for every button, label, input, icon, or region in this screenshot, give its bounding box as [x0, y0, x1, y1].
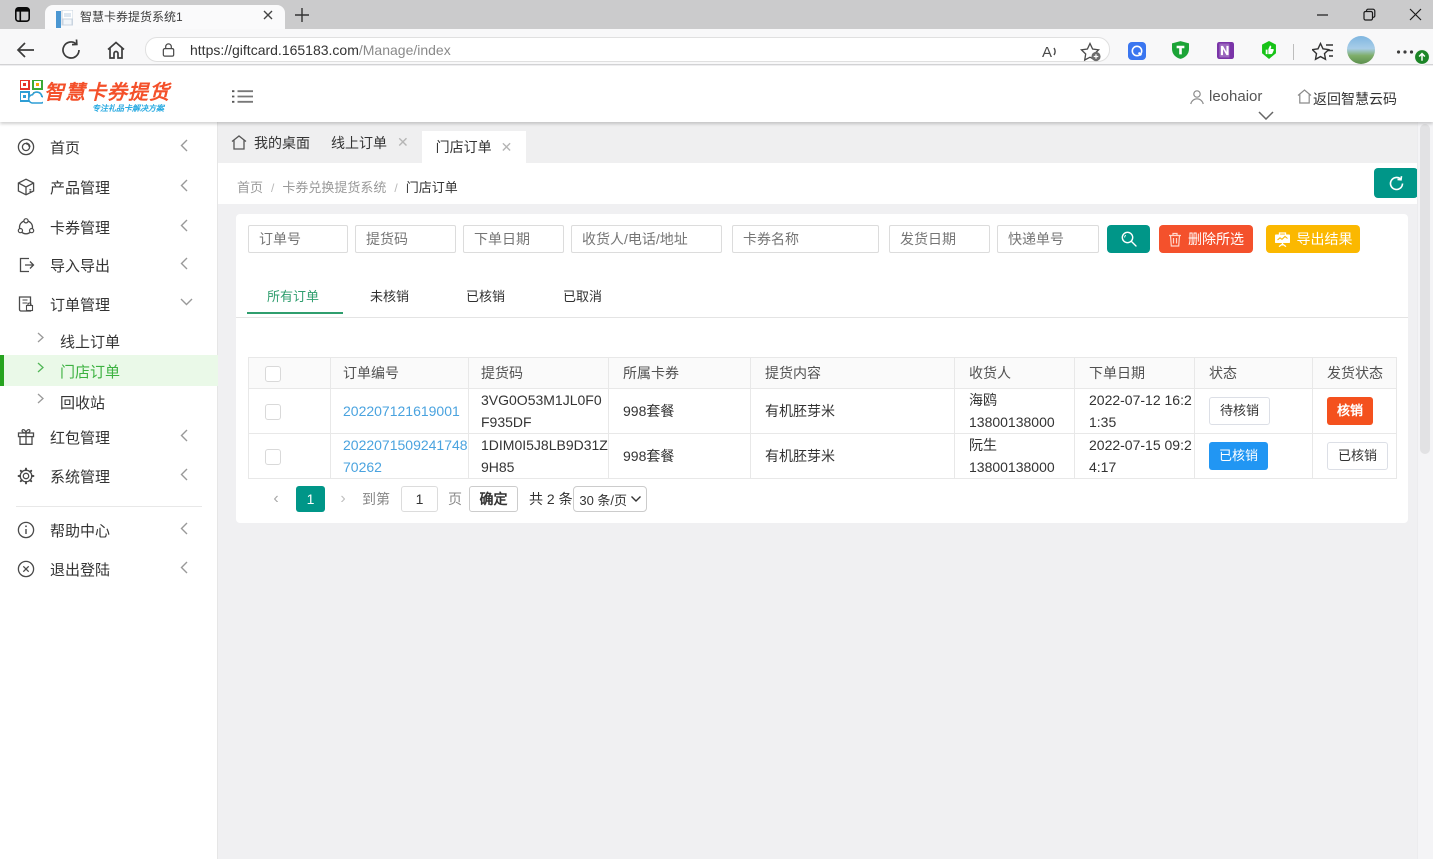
svg-text:A: A [1042, 44, 1052, 61]
